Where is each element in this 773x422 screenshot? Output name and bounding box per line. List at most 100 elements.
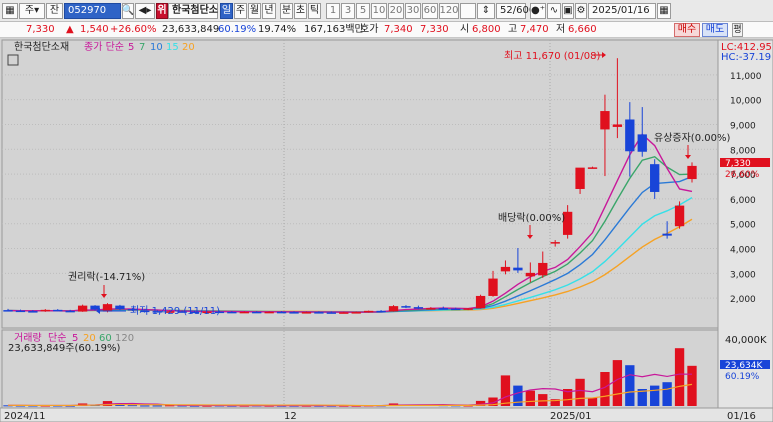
rights-annotation: 권리락(-14.71%) (68, 271, 145, 283)
interval-second[interactable]: 초 (294, 3, 307, 19)
x-label-jan: 2025/01 (550, 411, 592, 422)
draw-icon: ∿ (549, 5, 559, 16)
candle-body (289, 312, 299, 314)
chart-type-icon: ▦ (5, 5, 15, 16)
stock-code-input[interactable]: 052970 (64, 3, 121, 19)
minute-10[interactable]: 10 (371, 3, 387, 19)
volume-bar (587, 397, 598, 406)
buy-button[interactable]: 매수 (674, 23, 700, 37)
interval-day[interactable]: 일 (220, 3, 233, 19)
minute-30[interactable]: 30 (405, 3, 421, 19)
high-price: 7,470 (520, 24, 549, 35)
hc-label: HC:-37.19 (721, 52, 771, 63)
minute-20[interactable]: 20 (388, 3, 404, 19)
low-annotation: 최저 1,429 (11/11) (130, 305, 220, 317)
speaker-button[interactable]: ◀▸ (135, 3, 155, 19)
current-price: 7,330 (26, 24, 55, 35)
candle-body (637, 134, 647, 152)
interval-minute[interactable]: 분 (280, 3, 293, 19)
price-panel-title: 한국첨단소재 (14, 41, 69, 53)
candle-body (3, 310, 13, 312)
volume-value-line: 23,633,849주(60.19%) (8, 343, 120, 354)
sell-button[interactable]: 매도 (702, 23, 728, 37)
chart-toolbar: ▦ 주 ▾ 잔 052970 🔍 ◀▸ 위 한국첨단소 일 주 월 년 분 초 틱… (0, 0, 773, 22)
interval-year[interactable]: 년 (262, 3, 276, 19)
y-tick-label: 11,000 (730, 72, 762, 82)
candle-body (513, 267, 523, 271)
candle-body (239, 311, 249, 314)
y-tick-label: 2,000 (730, 295, 756, 305)
minute-60[interactable]: 60 (422, 3, 438, 19)
candle-body (77, 305, 88, 312)
candle-body (674, 205, 685, 227)
minute-3[interactable]: 3 (341, 3, 355, 19)
candle-body (65, 310, 75, 313)
candle-body (53, 309, 63, 312)
candle-body (326, 312, 337, 314)
custom-interval-input[interactable] (460, 3, 476, 19)
ma20-label: 20 (182, 42, 195, 53)
candle-body (438, 308, 448, 310)
chart-type-button[interactable]: ▦ (2, 3, 18, 19)
stock-name-field[interactable]: 한국첨단소 (168, 3, 218, 19)
y-tick-label: 8,000 (730, 146, 756, 156)
minute-120[interactable]: 120 (439, 3, 459, 19)
save-icon: ▣ (563, 5, 573, 16)
x-label-nov: 2024/11 (4, 411, 46, 422)
count-spinner[interactable]: ⇕ (477, 3, 495, 19)
candle-body (388, 306, 399, 312)
candle-body (575, 167, 585, 189)
volume-bar (500, 375, 511, 406)
current-price-label: 7,330 (725, 159, 751, 169)
candle-body (301, 312, 312, 314)
price-volume-chart[interactable]: 2,0003,0004,0005,0006,0007,0008,0009,000… (0, 38, 773, 422)
up-arrow-icon: ▲ (66, 24, 74, 35)
open-label: 시 (460, 24, 470, 35)
calendar-button[interactable]: ▦ (657, 3, 671, 19)
trade-amount: 167,163백만 (304, 24, 364, 35)
high-label: 고 (508, 24, 518, 35)
count-field[interactable]: 52/600 (496, 3, 535, 19)
candle-body (376, 310, 386, 313)
candle-body (363, 310, 374, 313)
candle-body (351, 312, 361, 314)
draw-tool-button[interactable]: ∿ (547, 3, 561, 19)
y-tick-label: 9,000 (730, 121, 756, 131)
code-search-button[interactable]: 🔍 (122, 3, 134, 19)
volume-bar (662, 382, 672, 406)
interval-week[interactable]: 주 (234, 3, 247, 19)
volume-value: 23,633,849 (162, 24, 220, 35)
candle-body (600, 111, 610, 130)
candle-body (687, 165, 697, 180)
interval-month[interactable]: 월 (248, 3, 261, 19)
volume-axis-top: 40,000K (725, 335, 767, 346)
candle-body (488, 278, 498, 296)
dividend-annotation: 배당락(0.00%) (498, 212, 565, 224)
warning-badge: 위 (156, 3, 168, 19)
interval-tick[interactable]: 틱 (308, 3, 321, 19)
indicator-button[interactable]: ●⁺ (530, 3, 546, 19)
save-button[interactable]: ▣ (562, 3, 574, 19)
candle-body (115, 305, 125, 310)
volume-pct: 60.19% (218, 24, 257, 35)
y-tick-label: 4,000 (730, 246, 756, 256)
search-icon: 🔍 (121, 5, 135, 16)
x-label-last-date: 01/16 (727, 411, 756, 422)
y-tick-label: 3,000 (730, 270, 756, 280)
bid-label: 호가 (360, 24, 379, 35)
minute-5[interactable]: 5 (356, 3, 370, 19)
candle-body (662, 233, 672, 236)
volume-bar (140, 405, 150, 407)
settings-button[interactable]: ⚙ (575, 3, 587, 19)
minute-1[interactable]: 1 (326, 3, 340, 19)
date-field[interactable]: 2025/01/16 (588, 3, 656, 19)
candle-body (264, 311, 274, 314)
candle-body (625, 119, 635, 152)
period-select[interactable]: 잔 (46, 3, 63, 19)
quote-bar: 7,330 ▲ 1,540 +26.60% 23,633,849 60.19% … (0, 22, 773, 38)
candle-body (475, 295, 486, 309)
chart-area[interactable]: 2,000 3,000 4,000 5,000 6,000 7,000 8,000 9,000… (0, 38, 773, 422)
eval-button[interactable]: 평 (732, 23, 743, 37)
type-select[interactable]: 주 ▾ (19, 3, 45, 19)
candle-body (339, 312, 349, 314)
